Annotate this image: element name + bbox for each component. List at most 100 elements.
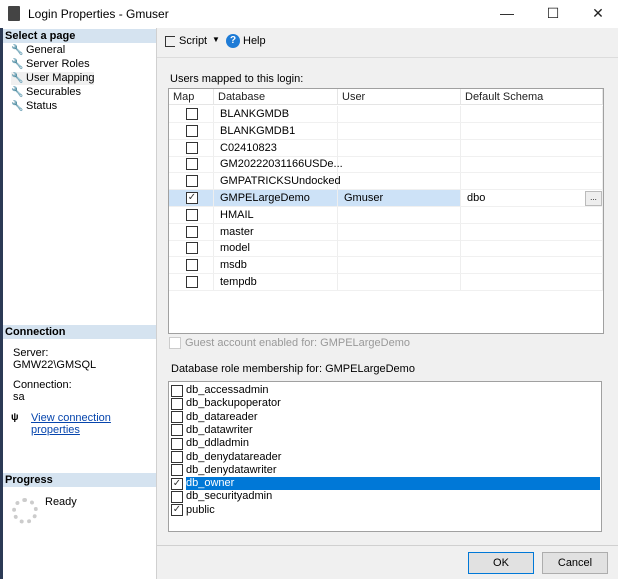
default-schema-cell[interactable]: [461, 206, 603, 223]
map-checkbox[interactable]: [186, 141, 198, 154]
default-schema-cell[interactable]: [461, 223, 603, 240]
user-cell[interactable]: [338, 240, 461, 257]
table-row[interactable]: ✓ GMPELargeDemo Gmuser dbo...: [169, 190, 603, 207]
guest-account-checkbox[interactable]: [169, 337, 181, 349]
user-cell[interactable]: [338, 223, 461, 240]
role-checkbox[interactable]: [171, 411, 183, 424]
column-header-database[interactable]: Database: [214, 89, 338, 105]
role-item[interactable]: ✓ db_owner: [171, 477, 600, 491]
role-checkbox[interactable]: [171, 451, 183, 463]
map-checkbox[interactable]: [186, 276, 198, 288]
user-cell[interactable]: [338, 139, 461, 156]
help-icon: ?: [226, 34, 240, 48]
role-item[interactable]: db_datareader: [171, 411, 600, 424]
table-row[interactable]: HMAIL: [169, 206, 603, 224]
sidebar-item-label: General: [26, 44, 66, 56]
role-checkbox[interactable]: [171, 424, 183, 437]
close-button[interactable]: ✕: [583, 4, 613, 24]
wrench-icon: 🔧: [11, 59, 24, 70]
default-schema-cell[interactable]: [461, 257, 603, 274]
table-row[interactable]: BLANKGMDB1: [169, 122, 603, 140]
toolbar: Script ▼ ? Help: [157, 28, 618, 58]
sidebar-item-general[interactable]: 🔧 General: [11, 44, 65, 57]
user-cell[interactable]: [338, 106, 461, 122]
default-schema-cell[interactable]: dbo: [461, 190, 603, 206]
map-checkbox[interactable]: [186, 124, 198, 137]
default-schema-cell[interactable]: [461, 106, 603, 122]
table-row[interactable]: GM20222031166USDe...: [169, 156, 603, 174]
sidebar-item-server-roles[interactable]: 🔧 Server Roles: [11, 58, 90, 71]
connection-value: sa: [13, 391, 25, 403]
default-schema-cell[interactable]: [461, 156, 603, 173]
user-cell[interactable]: [338, 122, 461, 139]
sidebar-item-user-mapping[interactable]: 🔧 User Mapping: [11, 72, 95, 85]
view-connection-properties-link[interactable]: View connection properties: [31, 412, 156, 436]
guest-account-label: Guest account enabled for: GMPELargeDemo: [185, 337, 411, 349]
role-item[interactable]: ✓ public: [171, 504, 600, 517]
sidebar-item-status[interactable]: 🔧 Status: [11, 100, 57, 113]
sidebar-item-securables[interactable]: 🔧 Securables: [11, 86, 81, 99]
default-schema-cell[interactable]: [461, 139, 603, 156]
role-name: db_ddladmin: [186, 437, 249, 450]
table-row[interactable]: msdb: [169, 257, 603, 275]
user-cell[interactable]: [338, 156, 461, 173]
role-item[interactable]: db_securityadmin: [171, 490, 600, 503]
default-schema-cell[interactable]: [461, 173, 603, 190]
ok-button[interactable]: OK: [468, 552, 534, 574]
default-schema-cell[interactable]: [461, 240, 603, 257]
role-checkbox[interactable]: ✓: [171, 477, 183, 490]
database-cell: GMPELargeDemo: [214, 190, 338, 206]
users-grid: Map Database User Default Schema BLANKGM…: [168, 88, 604, 334]
role-name: db_owner: [186, 477, 600, 491]
table-row[interactable]: tempdb: [169, 274, 603, 291]
table-row[interactable]: master: [169, 223, 603, 241]
user-cell[interactable]: [338, 274, 461, 290]
map-checkbox[interactable]: [186, 242, 198, 255]
role-name: db_denydatareader: [186, 450, 282, 463]
table-row[interactable]: model: [169, 240, 603, 258]
script-button[interactable]: Script: [179, 35, 207, 47]
role-item[interactable]: db_backupoperator: [171, 397, 600, 410]
map-checkbox[interactable]: [186, 175, 198, 188]
database-cell: GMPATRICKSUndocked: [214, 173, 341, 190]
cancel-button[interactable]: Cancel: [542, 552, 608, 574]
column-header-map[interactable]: Map: [169, 89, 214, 105]
database-cell: model: [214, 240, 338, 257]
user-cell[interactable]: Gmuser: [338, 190, 461, 206]
wrench-icon: 🔧: [11, 45, 24, 56]
map-checkbox[interactable]: [186, 225, 198, 238]
map-checkbox[interactable]: [186, 259, 198, 272]
role-item[interactable]: db_datawriter: [171, 424, 600, 437]
map-checkbox[interactable]: [186, 108, 198, 120]
role-checkbox[interactable]: [171, 397, 183, 410]
role-item[interactable]: db_accessadmin: [171, 384, 600, 397]
role-checkbox[interactable]: [171, 384, 183, 397]
role-checkbox[interactable]: [171, 437, 183, 450]
map-checkbox[interactable]: [186, 158, 198, 171]
map-checkbox[interactable]: [186, 208, 198, 221]
maximize-button[interactable]: ☐: [538, 4, 568, 24]
connection-header: Connection: [3, 325, 156, 339]
help-button[interactable]: Help: [243, 35, 266, 47]
role-item[interactable]: db_ddladmin: [171, 437, 600, 450]
role-item[interactable]: db_denydatareader: [171, 451, 600, 464]
script-icon: [165, 36, 175, 47]
role-item[interactable]: db_denydatawriter: [171, 464, 600, 477]
column-header-default-schema[interactable]: Default Schema: [461, 89, 603, 105]
role-checkbox[interactable]: [171, 490, 183, 503]
table-row[interactable]: GMPATRICKSUndocked: [169, 173, 603, 191]
user-cell[interactable]: [338, 257, 461, 274]
map-checkbox[interactable]: ✓: [186, 192, 198, 204]
minimize-button[interactable]: —: [492, 4, 522, 24]
user-cell[interactable]: [338, 173, 461, 190]
table-row[interactable]: BLANKGMDB: [169, 106, 603, 123]
schema-browse-button[interactable]: ...: [585, 191, 602, 206]
role-checkbox[interactable]: ✓: [171, 504, 183, 517]
role-checkbox[interactable]: [171, 464, 183, 477]
default-schema-cell[interactable]: [461, 274, 603, 290]
column-header-user[interactable]: User: [338, 89, 461, 105]
script-dropdown-icon[interactable]: ▼: [212, 35, 220, 44]
default-schema-cell[interactable]: [461, 122, 603, 139]
user-cell[interactable]: [338, 206, 461, 223]
table-row[interactable]: C02410823: [169, 139, 603, 157]
